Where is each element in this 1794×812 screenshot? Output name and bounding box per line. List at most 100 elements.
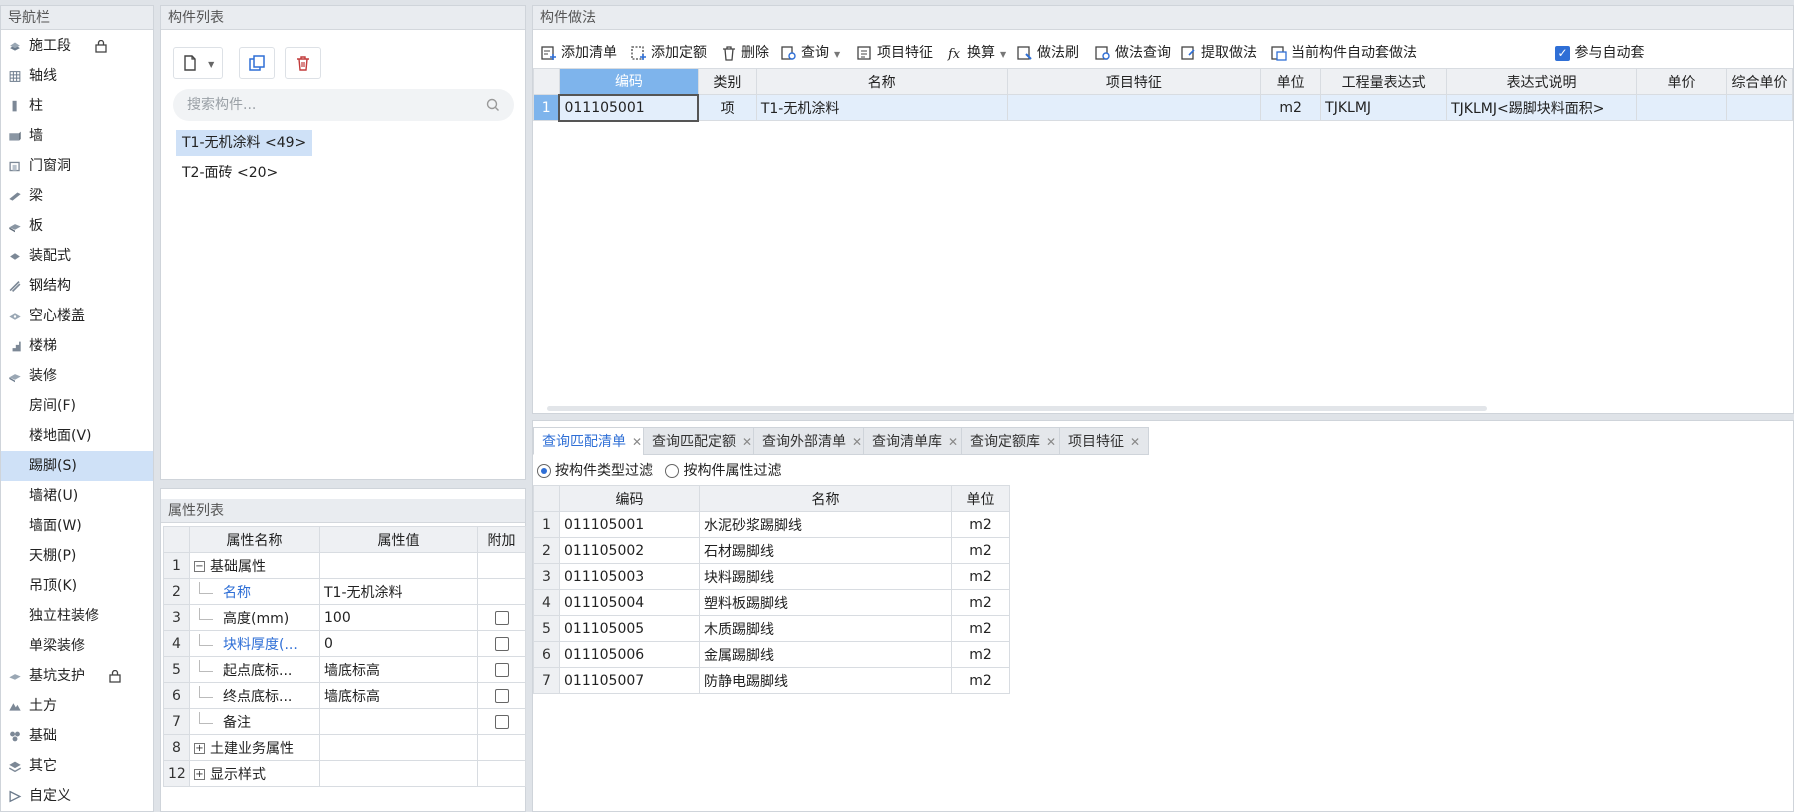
nav-item-20[interactable]: 单梁装修 [1,631,153,661]
expand-icon[interactable]: + [194,769,205,780]
query-cell-unit[interactable]: m2 [951,589,1010,616]
query-cell-unit[interactable]: m2 [951,511,1010,538]
method-header-6[interactable]: 表达式说明 [1446,68,1638,95]
toolbar-button-method-brush[interactable]: 做法刷 [1017,38,1079,68]
property-value[interactable] [319,734,478,761]
query-cell-code[interactable]: 011105003 [559,563,700,590]
query-row[interactable]: 6 011105006 金属踢脚线 m2 [533,641,1010,668]
horizontal-scrollbar[interactable] [547,406,1487,411]
property-extra[interactable] [477,656,526,683]
method-cell-expr[interactable]: TJKLMJ [1320,94,1448,121]
close-icon[interactable]: ✕ [632,435,642,449]
component-item-t2[interactable]: T2-面砖 <20> [176,160,284,186]
nav-item-13[interactable]: 楼地面(V) [1,421,153,451]
property-row[interactable]: 7 备注 [163,708,526,735]
nav-item-2[interactable]: 柱 [1,91,153,121]
method-cell-desc[interactable]: TJKLMJ<踢脚块料面积> [1446,94,1638,121]
method-header-3[interactable]: 项目特征 [1006,68,1262,95]
query-cell-name[interactable]: 金属踢脚线 [699,641,952,668]
nav-item-24[interactable]: 其它 [1,751,153,781]
property-row[interactable]: 5 起点底标... 墙底标高 [163,656,526,683]
nav-item-23[interactable]: 基础 [1,721,153,751]
query-cell-code[interactable]: 011105005 [559,615,700,642]
property-extra[interactable] [477,630,526,657]
nav-item-18[interactable]: 吊顶(K) [1,571,153,601]
method-cell-unit[interactable]: m2 [1260,94,1322,121]
query-tab-4[interactable]: 查询定额库 ✕ [961,427,1066,455]
nav-item-25[interactable]: 自定义 [1,781,153,811]
property-value[interactable] [319,552,478,579]
checkbox-icon[interactable] [494,688,509,703]
property-value[interactable]: 墙底标高 [319,682,478,709]
nav-item-7[interactable]: 装配式 [1,241,153,271]
query-cell-unit[interactable]: m2 [951,641,1010,668]
method-header-2[interactable]: 名称 [755,68,1008,95]
query-cell-unit[interactable]: m2 [951,667,1010,694]
nav-item-11[interactable]: 装修 [1,361,153,391]
property-row[interactable]: 2 名称 T1-无机涂料 [163,578,526,605]
property-row[interactable]: 12 + 显示样式 [163,760,526,787]
close-icon[interactable]: ✕ [1130,435,1140,449]
query-cell-name[interactable]: 木质踢脚线 [699,615,952,642]
query-cell-name[interactable]: 防静电踢脚线 [699,667,952,694]
query-tab-3[interactable]: 查询清单库 ✕ [863,427,968,455]
nav-item-1[interactable]: 轴线 [1,61,153,91]
query-tab-1[interactable]: 查询匹配定额 ✕ [643,427,762,455]
property-row[interactable]: 1− 基础属性 [163,552,526,579]
method-header-0[interactable]: 编码 [558,68,699,95]
query-row[interactable]: 7 011105007 防静电踢脚线 m2 [533,667,1010,694]
query-cell-code[interactable]: 011105004 [559,589,700,616]
close-icon[interactable]: ✕ [1046,435,1056,449]
nav-item-4[interactable]: 门窗洞 [1,151,153,181]
property-value[interactable]: 墙底标高 [319,656,478,683]
nav-item-3[interactable]: 墙 [1,121,153,151]
query-cell-code[interactable]: 011105001 [559,511,700,538]
query-cell-name[interactable]: 塑料板踢脚线 [699,589,952,616]
collapse-icon[interactable]: − [194,561,205,572]
toolbar-button-query[interactable]: 查询 ▼ [781,38,840,68]
property-row[interactable]: 6 终点底标... 墙底标高 [163,682,526,709]
toolbar-button-project-feature[interactable]: 项目特征 [857,38,933,68]
delete-component-button[interactable] [285,47,321,79]
method-cell-name[interactable]: T1-无机涂料 [755,94,1008,121]
method-header-4[interactable]: 单位 [1260,68,1322,95]
nav-item-14[interactable]: 踢脚(S) [1,451,153,481]
query-row[interactable]: 3 011105003 块料踢脚线 m2 [533,563,1010,590]
auto-apply-checkbox[interactable]: ✓ 参与自动套 [1555,38,1644,68]
query-row[interactable]: 5 011105005 木质踢脚线 m2 [533,615,1010,642]
checkbox-icon[interactable] [494,714,509,729]
query-cell-name[interactable]: 块料踢脚线 [699,563,952,590]
method-header-7[interactable]: 单价 [1636,68,1727,95]
query-cell-code[interactable]: 011105007 [559,667,700,694]
nav-item-0[interactable]: 施工段 [1,31,153,61]
nav-item-19[interactable]: 独立柱装修 [1,601,153,631]
nav-item-6[interactable]: 板 [1,211,153,241]
toolbar-button-delete[interactable]: 删除 [721,38,769,68]
query-cell-unit[interactable]: m2 [951,563,1010,590]
method-cell-price[interactable] [1636,94,1727,121]
nav-item-15[interactable]: 墙裙(U) [1,481,153,511]
toolbar-button-method-query[interactable]: 做法查询 [1095,38,1171,68]
method-cell-code[interactable]: 011105001 [558,93,700,122]
search-icon[interactable] [486,98,500,112]
property-row[interactable]: 4 块料厚度(... 0 [163,630,526,657]
query-row[interactable]: 4 011105004 塑料板踢脚线 m2 [533,589,1010,616]
nav-item-17[interactable]: 天棚(P) [1,541,153,571]
query-cell-name[interactable]: 石材踢脚线 [699,537,952,564]
query-cell-unit[interactable]: m2 [951,537,1010,564]
nav-item-21[interactable]: 基坑支护 [1,661,153,691]
property-value[interactable]: 100 [319,604,478,631]
toolbar-button-add-list[interactable]: 添加清单 [541,38,617,68]
toolbar-button-fx[interactable]: fx 换算 ▼ [947,38,1006,68]
toolbar-button-auto-apply[interactable]: 当前构件自动套做法 [1271,38,1417,68]
property-value[interactable]: 0 [319,630,478,657]
close-icon[interactable]: ✕ [852,435,862,449]
property-value[interactable] [319,760,478,787]
nav-item-10[interactable]: 楼梯 [1,331,153,361]
nav-item-8[interactable]: 钢结构 [1,271,153,301]
method-header-1[interactable]: 类别 [697,68,757,95]
method-cell-total[interactable] [1725,94,1794,121]
method-header-5[interactable]: 工程量表达式 [1320,68,1448,95]
query-tab-2[interactable]: 查询外部清单 ✕ [753,427,872,455]
close-icon[interactable]: ✕ [742,435,752,449]
